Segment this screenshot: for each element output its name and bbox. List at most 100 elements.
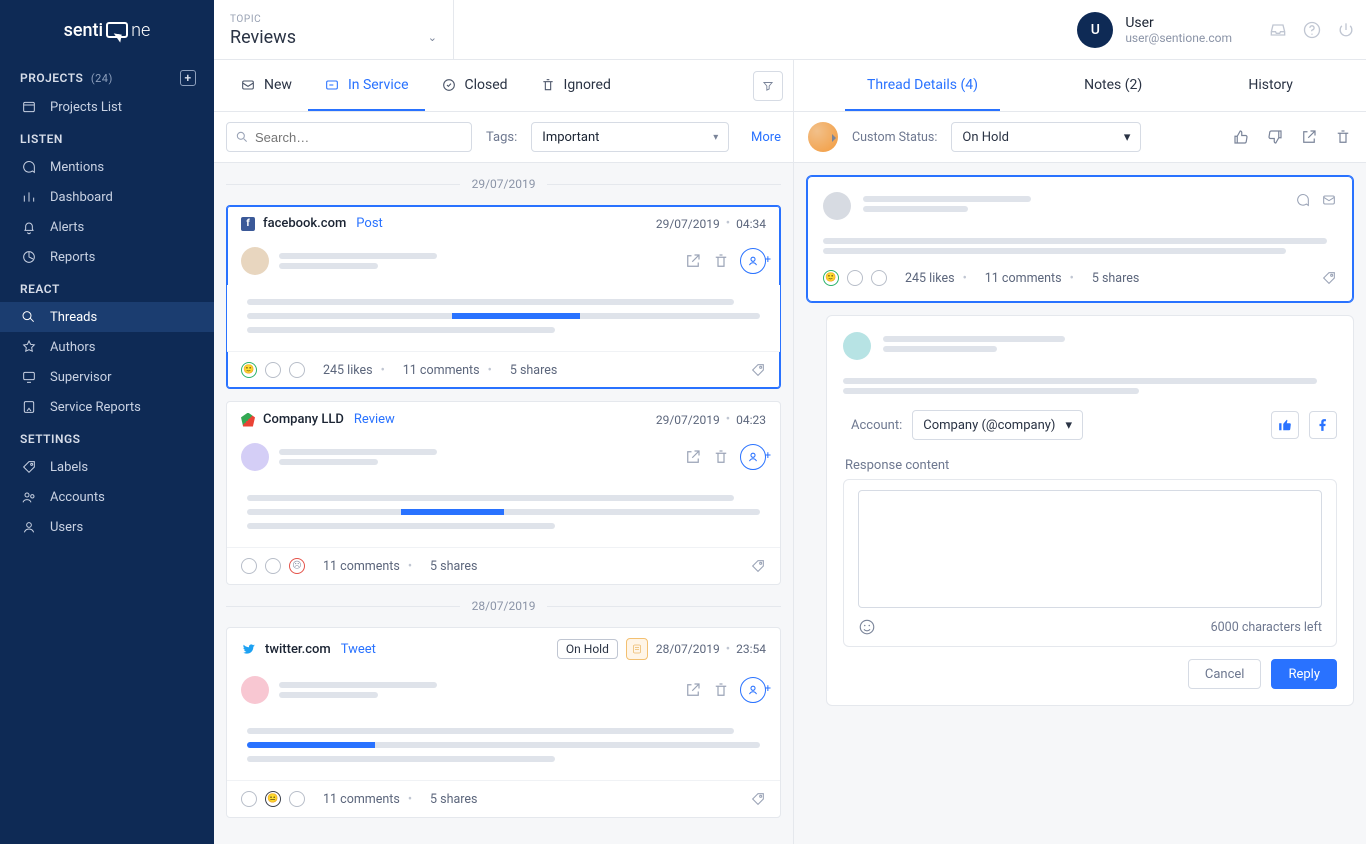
power-icon[interactable]	[1336, 20, 1356, 40]
status-select[interactable]: On Hold ▾	[951, 122, 1141, 152]
sidebar-item-service-reports[interactable]: Service Reports	[0, 392, 214, 422]
tab-in-service[interactable]: In Service	[308, 60, 425, 111]
tags-value: Important	[542, 130, 599, 145]
assign-button[interactable]: +	[740, 248, 766, 274]
inbox-icon[interactable]	[1268, 20, 1288, 40]
sidebar-section-settings: SETTINGS	[0, 422, 214, 452]
tag-icon[interactable]	[750, 362, 766, 378]
sidebar-item-supervisor[interactable]: Supervisor	[0, 362, 214, 392]
author-avatar	[241, 247, 269, 275]
twitter-icon	[241, 641, 257, 657]
assign-button[interactable]: +	[740, 677, 766, 703]
sidebar-item-mentions[interactable]: Mentions	[0, 152, 214, 182]
tag-icon[interactable]	[750, 791, 766, 807]
sidebar-item-label: Alerts	[50, 220, 84, 235]
tab-ignored[interactable]: Ignored	[524, 60, 627, 111]
tab-thread-details[interactable]: Thread Details (4)	[845, 60, 1000, 111]
external-link-icon[interactable]	[684, 681, 702, 699]
stat-comments: 11 comments	[323, 559, 400, 574]
thread-card[interactable]: Company LLD Review 29/07/2019 • 04:23	[226, 401, 781, 585]
assignee-avatar[interactable]	[808, 122, 838, 152]
sentiment-neutral-icon[interactable]	[265, 362, 281, 378]
user-name: User	[1125, 15, 1232, 31]
tab-new[interactable]: New	[224, 60, 308, 111]
search-input-wrap[interactable]	[226, 122, 472, 152]
stat-shares: 5 shares	[510, 363, 557, 378]
details-body[interactable]: 🙂 245 likes • 11 comments • 5 shares	[794, 163, 1366, 844]
external-link-icon[interactable]	[1300, 128, 1318, 146]
tags-select[interactable]: Important ▾	[531, 122, 729, 152]
status-label: Custom Status:	[852, 130, 937, 145]
delete-icon[interactable]	[712, 252, 730, 270]
more-link[interactable]: More	[751, 130, 781, 145]
tag-icon[interactable]	[1321, 270, 1337, 286]
main-area: TOPIC Reviews ⌄ U User user@sentione.com	[214, 0, 1366, 844]
sentiment-neutral-icon[interactable]	[847, 270, 863, 286]
sidebar-item-label: Accounts	[50, 490, 105, 505]
tab-notes[interactable]: Notes (2)	[1062, 60, 1164, 111]
message-head	[843, 332, 1337, 360]
assign-button[interactable]: +	[740, 444, 766, 470]
sentiment-neutral-icon[interactable]	[265, 558, 281, 574]
help-icon[interactable]	[1302, 20, 1322, 40]
sidebar-item-label: Threads	[50, 310, 97, 325]
thread-card[interactable]: twitter.com Tweet On Hold 28/07/2019 • 2…	[226, 627, 781, 818]
sidebar-section-projects: PROJECTS (24) +	[0, 60, 214, 92]
search-input[interactable]	[255, 130, 463, 145]
sidebar-item-projects-list[interactable]: Projects List	[0, 92, 214, 122]
sidebar-item-labels[interactable]: Labels	[0, 452, 214, 482]
sentiment-positive-icon[interactable]	[241, 791, 257, 807]
source-name: twitter.com	[265, 642, 331, 657]
card-head: Company LLD Review 29/07/2019 • 04:23	[227, 402, 780, 437]
account-select[interactable]: Company (@company) ▾	[912, 410, 1083, 440]
sidebar-item-dashboard[interactable]: Dashboard	[0, 182, 214, 212]
facebook-icon[interactable]	[1309, 411, 1337, 439]
speech-icon	[20, 158, 38, 176]
reply-textarea[interactable]	[858, 490, 1322, 608]
mail-icon[interactable]	[1321, 192, 1337, 208]
sentiment-negative-icon[interactable]	[871, 270, 887, 286]
delete-icon[interactable]	[712, 681, 730, 699]
add-project-button[interactable]: +	[180, 70, 196, 86]
tab-history[interactable]: History	[1226, 60, 1315, 111]
sentiment-negative-icon[interactable]	[289, 791, 305, 807]
delete-icon[interactable]	[712, 448, 730, 466]
thumbs-down-icon[interactable]	[1266, 128, 1284, 146]
card-head: twitter.com Tweet On Hold 28/07/2019 • 2…	[227, 628, 780, 670]
note-badge-icon[interactable]	[626, 638, 648, 660]
sentiment-negative-icon[interactable]: ☹	[289, 558, 305, 574]
sidebar-item-threads[interactable]: Threads	[0, 302, 214, 332]
thread-card[interactable]: f facebook.com Post 29/07/2019 • 04:34	[226, 205, 781, 389]
sidebar-item-reports[interactable]: Reports	[0, 242, 214, 272]
external-link-icon[interactable]	[684, 252, 702, 270]
reply-button[interactable]: Reply	[1271, 659, 1337, 689]
sidebar-item-authors[interactable]: Authors	[0, 332, 214, 362]
thumbs-up-icon[interactable]	[1232, 128, 1250, 146]
monitor-icon	[20, 368, 38, 386]
external-link-icon[interactable]	[684, 448, 702, 466]
thread-scroll[interactable]: 29/07/2019 f facebook.com Post 29/07/201…	[214, 163, 793, 844]
tag-icon[interactable]	[750, 558, 766, 574]
sentiment-neutral-icon[interactable]: 😐	[265, 791, 281, 807]
topic-selector[interactable]: TOPIC Reviews ⌄	[214, 0, 454, 59]
sentiment-positive-icon[interactable]: 🙂	[823, 270, 839, 286]
brand-name-pre: senti	[64, 20, 104, 41]
sidebar-item-accounts[interactable]: Accounts	[0, 482, 214, 512]
sentiment-positive-icon[interactable]	[241, 558, 257, 574]
sidebar-item-alerts[interactable]: Alerts	[0, 212, 214, 242]
cancel-button[interactable]: Cancel	[1188, 659, 1262, 689]
like-icon[interactable]	[1271, 411, 1299, 439]
comment-icon[interactable]	[1295, 192, 1311, 208]
tab-label: Thread Details (4)	[867, 77, 978, 93]
sidebar-item-users[interactable]: Users	[0, 512, 214, 542]
sidebar-item-label: Users	[50, 520, 83, 535]
emoji-icon[interactable]	[858, 618, 876, 636]
filter-button[interactable]	[753, 71, 783, 101]
card-time: 04:23	[736, 413, 766, 427]
user-block[interactable]: U User user@sentione.com	[1065, 0, 1244, 59]
delete-icon[interactable]	[1334, 128, 1352, 146]
sentiment-negative-icon[interactable]	[289, 362, 305, 378]
stat-likes: 245 likes	[905, 271, 955, 286]
tab-closed[interactable]: Closed	[425, 60, 524, 111]
sentiment-positive-icon[interactable]: 🙂	[241, 362, 257, 378]
